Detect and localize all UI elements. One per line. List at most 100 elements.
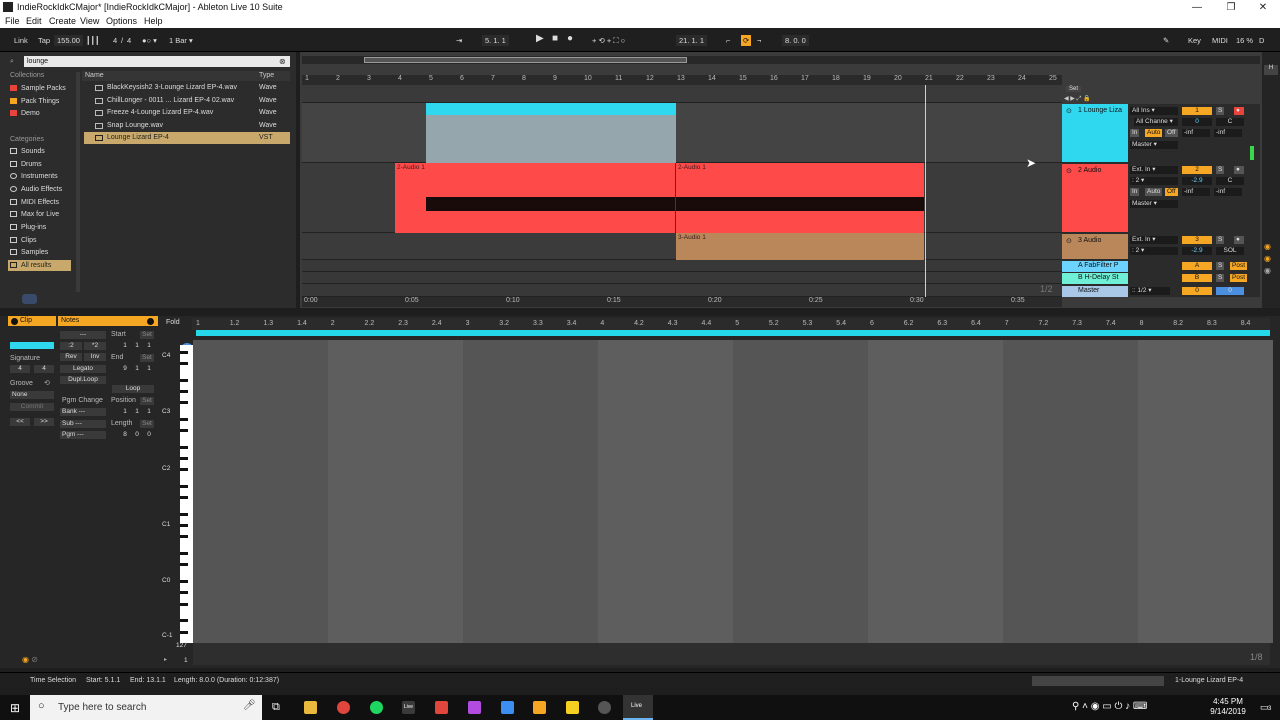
monitor-auto-2[interactable]: Auto [1145,188,1163,196]
notes-toggle-icon[interactable] [147,318,154,325]
clip-activator-icon[interactable] [11,318,18,325]
clip-settings-icon[interactable]: ◉ ⊘ [22,655,38,664]
send-a-2[interactable]: -inf [1182,188,1210,196]
length-set-button[interactable]: Set [140,420,154,428]
fold-button[interactable]: Fold [166,319,180,326]
stop-button[interactable]: ■ [552,33,558,44]
arm-3-icon[interactable]: ● [1234,236,1244,244]
invert-button[interactable]: Inv [84,353,106,361]
collection-pack-things[interactable]: Pack Things [10,96,59,107]
midi-map-button[interactable]: MIDI [1212,35,1228,46]
file-explorer-icon[interactable] [304,701,317,714]
volume-3[interactable]: -2.9 [1182,247,1212,255]
black-key[interactable] [180,485,188,488]
output-2[interactable]: Master ▾ [1130,200,1178,208]
io-icon[interactable]: ◉ [1264,242,1271,251]
audio-clip-2[interactable]: 2-Audio 1 [676,163,924,233]
fold-icon[interactable]: ⊙ [1066,237,1072,245]
return-a-activator[interactable]: A [1182,262,1212,270]
black-key[interactable] [180,630,188,634]
grid-setting[interactable]: 1/8 [1250,652,1263,662]
input-channel-3[interactable]: : 2 ▾ [1130,247,1178,255]
clip-name-field[interactable] [10,342,54,349]
category-midi-effects[interactable]: MIDI Effects [10,197,59,208]
loop-button[interactable]: Loop [112,385,154,393]
audio-clip-3[interactable]: 3-Audio 1 [676,233,924,260]
velocity-expand-icon[interactable]: ▸ [164,656,167,663]
maximize-button[interactable]: ❐ [1214,0,1248,15]
quantization-menu[interactable]: 1 Bar ▾ [169,35,193,46]
black-key[interactable] [180,468,188,472]
punch-in-icon[interactable]: ⌐ [726,35,730,46]
length-bar[interactable]: 8 [120,431,130,439]
sticky-notes-icon[interactable] [566,701,579,714]
black-key[interactable] [180,445,188,449]
file-row[interactable]: BlackKeysish2 3-Lounge Lizard EP-4.wav Wa… [84,82,290,94]
note-editor-ruler[interactable]: 1 1.2 1.3 1.4 2 2.2 2.3 2.4 3 3.2 3.3 3.4 4 4.2 4.3 4.4… [192,318,1270,330]
return-track-b[interactable]: B H-Delay St [1062,273,1128,284]
commit-button[interactable]: Commit [10,403,54,411]
sig-denominator[interactable]: 4 [127,35,131,46]
locator-nav-icons[interactable]: ◀ ▶ ⤢ 🔒 [1064,95,1124,103]
output-1[interactable]: Master ▾ [1130,141,1178,149]
end-sixteenth[interactable]: 1 [144,365,154,373]
audio-clip-1[interactable]: 2-Audio 1 [395,163,675,233]
black-key[interactable] [180,429,188,432]
transpose-field[interactable]: --- [60,331,106,339]
master-cue[interactable]: :: 1/2 ▾ [1130,287,1170,295]
arrangement-tracks[interactable]: 2-Audio 1 2-Audio 1 3-Audio 1 ➤ 1/2 [302,85,1062,297]
record-button[interactable]: ● [567,33,573,44]
double-button[interactable]: *2 [84,342,106,350]
halve-button[interactable]: :2 [60,342,82,350]
arrangement-overview[interactable] [302,56,1260,64]
reverse-button[interactable]: Rev [60,353,82,361]
collection-sample-packs[interactable]: Sample Packs [10,83,66,94]
beat-ruler[interactable]: 1 2 3 4 5 6 7 8 9 10 11 12 13 14 15 16 17 18 19 20 21 22 23 24 2… [302,75,1062,85]
end-beat[interactable]: 1 [132,365,142,373]
start-sixteenth[interactable]: 1 [144,342,154,350]
monitor-off-1[interactable]: Off [1165,129,1178,137]
clock-time[interactable]: 4:45 PM [1204,697,1252,706]
position-sixteenth[interactable]: 1 [144,408,154,416]
file-row-selected[interactable]: Lounge Lizard EP-4 VST [84,132,290,144]
input-type-1[interactable]: All Ins ▾ [1130,107,1178,115]
play-button[interactable]: ▶ [536,33,544,44]
black-key[interactable] [180,496,188,500]
category-audio-effects[interactable]: Audio Effects [10,184,62,195]
black-key[interactable] [180,417,188,421]
category-max-for-live[interactable]: Max for Live [10,209,59,220]
chrome-icon[interactable] [337,701,350,714]
spotify-icon[interactable] [370,701,383,714]
send-b-1[interactable]: -inf [1214,129,1242,137]
midi-clip[interactable] [426,103,676,163]
black-key[interactable] [180,602,188,606]
h-toggle-icon[interactable]: H [1264,65,1278,75]
black-key[interactable] [180,580,188,584]
sends-icon[interactable]: ◉ [1264,254,1271,263]
input-type-2[interactable]: Ext. In ▾ [1130,166,1178,174]
draw-mode-icon[interactable]: ✎ [1163,35,1169,46]
loop-brace[interactable] [196,330,1270,336]
pan-1[interactable]: C [1216,118,1244,126]
send-b-2[interactable]: -inf [1214,188,1242,196]
category-all-results[interactable]: All results [8,260,71,271]
pgm-field[interactable]: Pgm --- [60,431,106,439]
file-row[interactable]: Freeze 4-Lounge Lizard EP-4.wav Wave [84,107,290,119]
track-activator-2[interactable]: 2 [1182,166,1212,174]
input-channel-2[interactable]: : 2 ▾ [1130,177,1178,185]
black-key[interactable] [180,389,188,393]
col-name-header[interactable]: Name [85,72,104,79]
menu-file[interactable]: File [5,16,20,26]
master-track[interactable]: Master [1062,286,1128,297]
minimize-button[interactable]: — [1180,0,1214,15]
master-pan[interactable]: 0 [1216,287,1244,295]
black-key[interactable] [180,591,188,595]
category-samples[interactable]: Samples [10,247,48,258]
input-channel-1[interactable]: All Channe ▾ [1134,118,1178,126]
close-button[interactable]: ✕ [1246,0,1280,15]
fold-icon[interactable]: ⊙ [1066,107,1072,115]
overdub-icons[interactable]: + ⟲ + ⛶ ○ [592,35,625,46]
track-lane-1[interactable] [302,103,1062,163]
send-a-1[interactable]: -inf [1182,129,1210,137]
microphone-icon[interactable]: 🎤︎ [243,700,256,711]
